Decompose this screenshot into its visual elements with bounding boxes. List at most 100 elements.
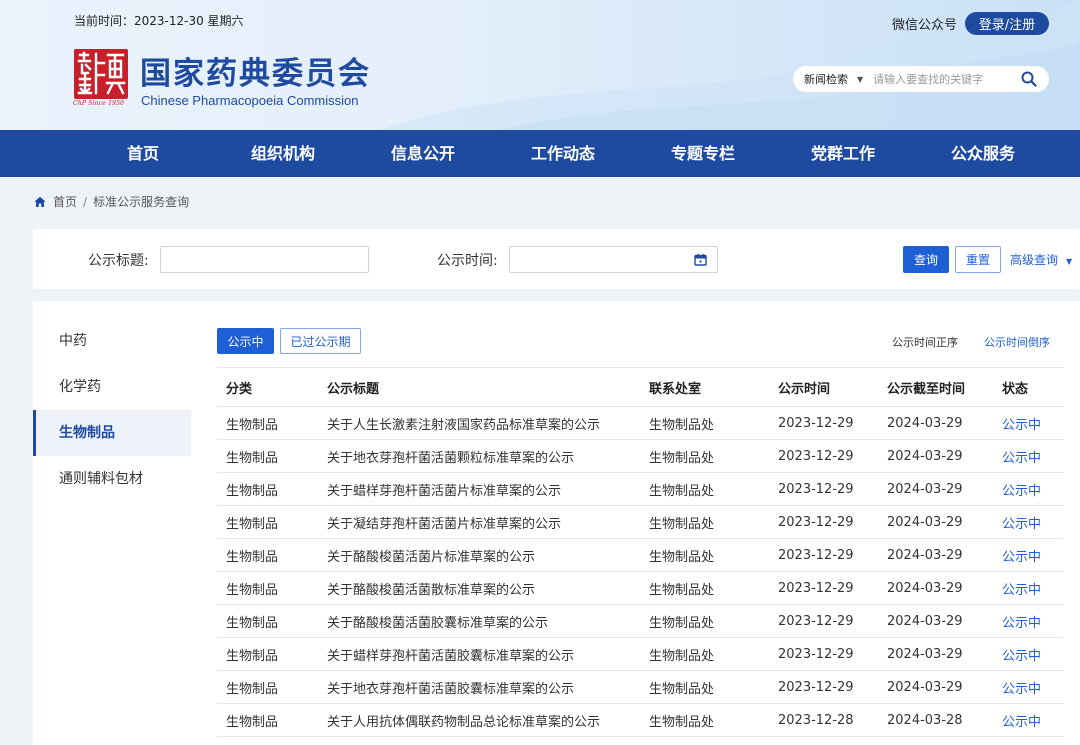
table-row[interactable]: 生物制品 关于酪酸梭菌活菌散标准草案的公示 生物制品处 2023-12-29 2024-… (217, 572, 1064, 605)
table-row[interactable]: 生物制品 关于地衣芽孢杆菌活菌颗粒标准草案的公示 生物制品处 2023-12-29 20… (217, 440, 1064, 473)
cell-title[interactable]: 关于人用抗体偶联药物制品总论标准草案的公示 (327, 704, 600, 736)
tab-expired[interactable]: 已过公示期 (280, 328, 361, 354)
title-filter-input[interactable] (160, 246, 369, 273)
cell-status[interactable]: 公示中 (1002, 506, 1041, 538)
cell-title[interactable]: 关于酪酸梭菌活菌胶囊标准草案的公示 (327, 605, 548, 637)
table-row[interactable]: 生物制品 关于蜡样芽孢杆菌活菌片标准草案的公示 生物制品处 2023-12-29 202… (217, 473, 1064, 506)
column-header-title: 公示标题 (327, 381, 380, 397)
cell-office: 生物制品处 (649, 714, 715, 730)
cell-status[interactable]: 公示中 (1002, 638, 1041, 670)
cell-category: 生物制品 (226, 516, 279, 532)
tab-in-publicity[interactable]: 公示中 (217, 328, 274, 354)
time-filter-label: 公示时间: (437, 253, 498, 269)
breadcrumb-home[interactable]: 首页 (53, 193, 77, 210)
news-search-box: 新闻检索 ▼ (793, 66, 1049, 92)
cell-title[interactable]: 关于酪酸梭菌活菌散标准草案的公示 (327, 572, 535, 604)
reset-button[interactable]: 重置 (955, 246, 1001, 273)
cell-end-date: 2024-03-29 (887, 646, 963, 662)
cell-date: 2023-12-29 (778, 481, 854, 497)
cell-date: 2023-12-29 (778, 646, 854, 662)
cell-status[interactable]: 公示中 (1002, 671, 1041, 703)
nav-item-party-work[interactable]: 党群工作 (783, 130, 903, 177)
cell-end-date: 2024-03-29 (887, 580, 963, 596)
cell-title[interactable]: 关于蜡样芽孢杆菌活菌胶囊标准草案的公示 (327, 638, 574, 670)
cell-category: 生物制品 (226, 549, 279, 565)
caret-down-icon: ▼ (1066, 257, 1073, 266)
sidebar-item-biologics[interactable]: 生物制品 (33, 410, 191, 456)
cell-title[interactable]: 关于地衣芽孢杆菌活菌颗粒标准草案的公示 (327, 440, 574, 472)
sort-time-desc[interactable]: 公示时间倒序 (984, 334, 1050, 350)
cell-category: 生物制品 (226, 450, 279, 466)
cell-status[interactable]: 公示中 (1002, 572, 1041, 604)
cell-end-date: 2024-03-29 (887, 679, 963, 695)
notice-table: 分类 公示标题 联系处室 公示时间 公示截至时间 状态 生物制品 关于人生长激素注… (217, 367, 1064, 737)
table-row[interactable]: 生物制品 关于凝结芽孢杆菌活菌片标准草案的公示 生物制品处 2023-12-29 202… (217, 506, 1064, 539)
login-register-button[interactable]: 登录/注册 (965, 12, 1049, 35)
sidebar-item-tcm[interactable]: 中药 (33, 318, 191, 364)
cell-status[interactable]: 公示中 (1002, 539, 1041, 571)
query-button[interactable]: 查询 (903, 246, 949, 273)
cell-office: 生物制品处 (649, 483, 715, 499)
cell-end-date: 2024-03-29 (887, 613, 963, 629)
table-row[interactable]: 生物制品 关于人用抗体偶联药物制品总论标准草案的公示 生物制品处 2023-12-28… (217, 704, 1064, 737)
cell-date: 2023-12-29 (778, 547, 854, 563)
cell-office: 生物制品处 (649, 648, 715, 664)
sidebar-item-chemical[interactable]: 化学药 (33, 364, 191, 410)
column-header-date: 公示时间 (778, 381, 831, 397)
cell-end-date: 2024-03-29 (887, 415, 963, 431)
cell-category: 生物制品 (226, 582, 279, 598)
column-header-office: 联系处室 (649, 381, 702, 397)
breadcrumb-current: 标准公示服务查询 (93, 195, 190, 209)
cell-office: 生物制品处 (649, 516, 715, 532)
cell-title[interactable]: 关于地衣芽孢杆菌活菌胶囊标准草案的公示 (327, 671, 574, 703)
time-filter-input[interactable] (509, 246, 718, 273)
cell-date: 2023-12-29 (778, 415, 854, 431)
nav-item-special-topics[interactable]: 专题专栏 (643, 130, 763, 177)
cell-title[interactable]: 关于凝结芽孢杆菌活菌片标准草案的公示 (327, 506, 561, 538)
cell-category: 生物制品 (226, 615, 279, 631)
cell-status[interactable]: 公示中 (1002, 440, 1041, 472)
logo-seal-icon (74, 49, 128, 99)
calendar-icon[interactable] (694, 253, 707, 266)
table-row[interactable]: 生物制品 关于酪酸梭菌活菌片标准草案的公示 生物制品处 2023-12-29 2024-… (217, 539, 1064, 572)
table-row[interactable]: 生物制品 关于蜡样芽孢杆菌活菌胶囊标准草案的公示 生物制品处 2023-12-29 20… (217, 638, 1064, 671)
filter-bar: 公示标题: 公示时间: 查询 重置 高级查询 ▼ (33, 229, 1080, 289)
table-row[interactable]: 生物制品 关于人生长激素注射液国家药品标准草案的公示 生物制品处 2023-12-29… (217, 407, 1064, 440)
cell-category: 生物制品 (226, 648, 279, 664)
sidebar-item-general-excipients[interactable]: 通则辅料包材 (33, 456, 191, 502)
cell-status[interactable]: 公示中 (1002, 704, 1041, 736)
advanced-query-toggle[interactable]: 高级查询 ▼ (1010, 251, 1072, 268)
table-row[interactable]: 生物制品 关于地衣芽孢杆菌活菌胶囊标准草案的公示 生物制品处 2023-12-29 20… (217, 671, 1064, 704)
cell-title[interactable]: 关于酪酸梭菌活菌片标准草案的公示 (327, 539, 535, 571)
search-category-select[interactable]: 新闻检索 (804, 71, 848, 87)
search-input[interactable] (873, 72, 1000, 86)
nav-item-work-news[interactable]: 工作动态 (503, 130, 623, 177)
sort-time-asc[interactable]: 公示时间正序 (892, 334, 958, 350)
column-header-category: 分类 (226, 381, 253, 397)
cell-office: 生物制品处 (649, 615, 715, 631)
cell-end-date: 2024-03-29 (887, 547, 963, 563)
cell-status[interactable]: 公示中 (1002, 605, 1041, 637)
cell-office: 生物制品处 (649, 582, 715, 598)
nav-item-organization[interactable]: 组织机构 (223, 130, 343, 177)
cell-date: 2023-12-29 (778, 679, 854, 695)
cell-office: 生物制品处 (649, 681, 715, 697)
site-header: 当前时间：2023-12-30 星期六 ChP Since 1950 国家药典委… (0, 0, 1080, 130)
cell-date: 2023-12-29 (778, 580, 854, 596)
cell-title[interactable]: 关于蜡样芽孢杆菌活菌片标准草案的公示 (327, 473, 561, 505)
wechat-link[interactable]: 微信公众号 (892, 14, 957, 33)
site-title[interactable]: 国家药典委员会 (140, 48, 371, 93)
cell-status[interactable]: 公示中 (1002, 473, 1041, 505)
cell-title[interactable]: 关于人生长激素注射液国家药品标准草案的公示 (327, 407, 600, 439)
cell-category: 生物制品 (226, 714, 279, 730)
caret-down-icon[interactable]: ▼ (857, 75, 863, 84)
nav-item-public-services[interactable]: 公众服务 (923, 130, 1043, 177)
nav-item-home[interactable]: 首页 (83, 130, 203, 177)
cell-category: 生物制品 (226, 681, 279, 697)
main-content: 公示中 已过公示期 公示时间正序 公示时间倒序 分类 公示标题 联系处室 公示时… (191, 301, 1080, 745)
cell-status[interactable]: 公示中 (1002, 407, 1041, 439)
table-row[interactable]: 生物制品 关于酪酸梭菌活菌胶囊标准草案的公示 生物制品处 2023-12-29 2024… (217, 605, 1064, 638)
nav-item-info-disclosure[interactable]: 信息公开 (363, 130, 483, 177)
cell-end-date: 2024-03-28 (887, 712, 963, 728)
search-icon[interactable] (1021, 71, 1037, 87)
